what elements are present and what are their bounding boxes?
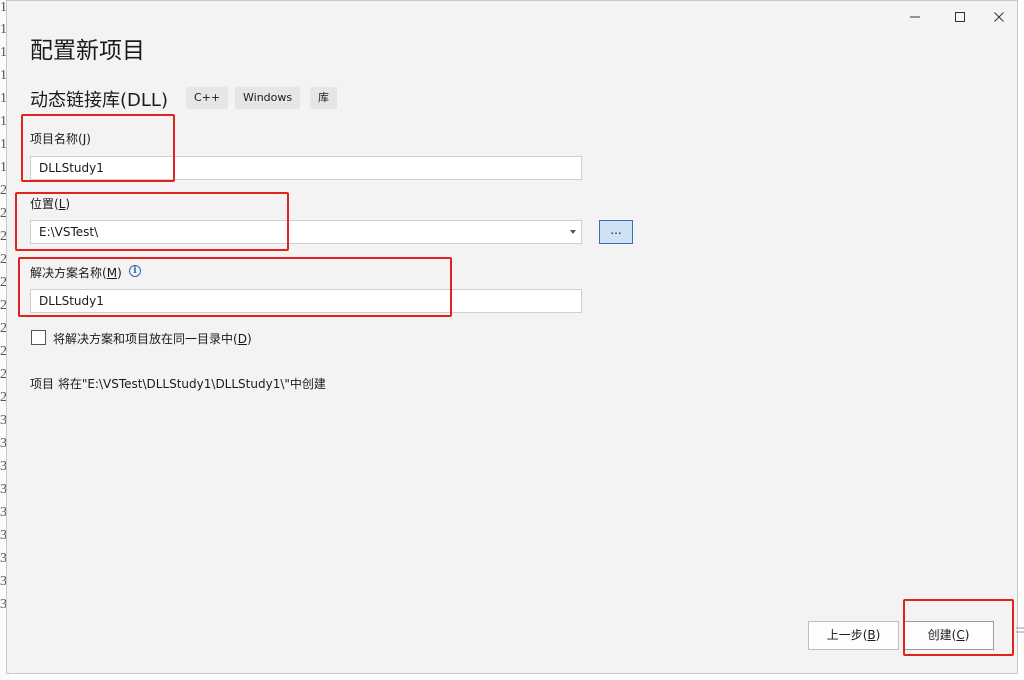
info-icon[interactable]: i: [129, 265, 141, 277]
browse-button[interactable]: ...: [599, 220, 633, 244]
location-label: 位置(L): [30, 197, 71, 211]
location-value: E:\VSTest\: [39, 225, 99, 239]
dialog-title: 配置新项目: [30, 38, 145, 64]
close-icon: [994, 12, 1004, 22]
resize-grip-icon: [1016, 627, 1024, 633]
create-location-summary: 项目 将在"E:\VSTest\DLLStudy1\DLLStudy1\"中创建: [30, 377, 326, 391]
solution-name-label: 解决方案名称(M): [30, 266, 122, 280]
tag-platform: Windows: [235, 87, 301, 109]
template-name: 动态链接库(DLL): [30, 90, 168, 111]
tag-type: 库: [310, 87, 337, 109]
maximize-button[interactable]: [945, 5, 975, 29]
chevron-down-icon: [570, 230, 576, 234]
project-name-label: 项目名称(J): [30, 132, 91, 146]
back-button[interactable]: 上一步(B): [808, 621, 899, 650]
minimize-button[interactable]: [900, 5, 930, 29]
same-directory-label[interactable]: 将解决方案和项目放在同一目录中(D): [53, 330, 252, 347]
solution-name-input[interactable]: DLLStudy1: [30, 289, 582, 313]
tag-language: C++: [186, 87, 229, 109]
close-button[interactable]: [984, 5, 1014, 29]
minimize-icon: [910, 16, 920, 18]
create-button[interactable]: 创建(C): [903, 621, 994, 650]
location-combobox[interactable]: E:\VSTest\: [30, 220, 582, 244]
configure-project-dialog: 配置新项目 动态链接库(DLL) C++ Windows 库 项目名称(J) D…: [6, 0, 1018, 674]
project-name-input[interactable]: DLLStudy1: [30, 156, 582, 180]
same-directory-checkbox[interactable]: [31, 330, 46, 345]
maximize-icon: [955, 12, 965, 22]
